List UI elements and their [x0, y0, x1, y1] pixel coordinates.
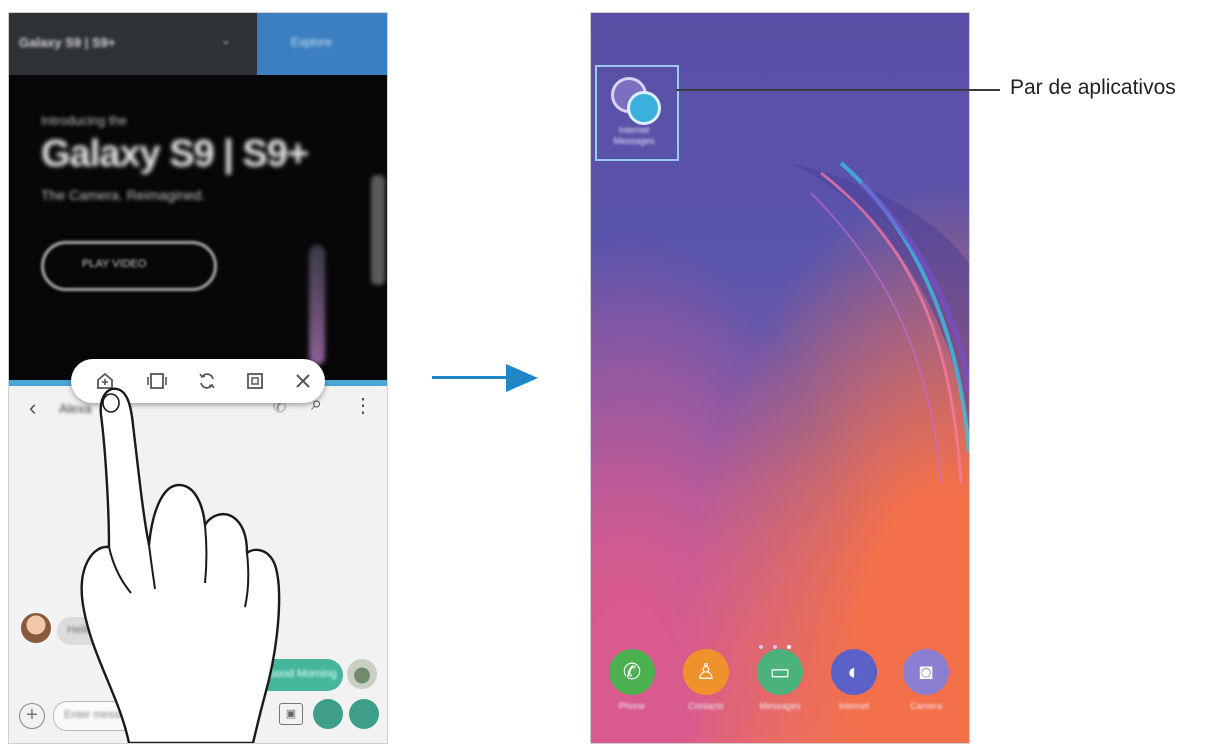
- messages-glyph: ▭: [769, 659, 791, 684]
- dock-label-contacts: Contacts: [688, 701, 724, 711]
- arrow-right-icon: [506, 364, 538, 392]
- callout-leader-line: [676, 89, 1000, 91]
- hero-banner: Introducing the Galaxy S9 | S9+ The Came…: [9, 75, 387, 380]
- dock-label-messages: Messages: [759, 701, 801, 711]
- phone-product-image: [309, 245, 325, 365]
- dock-app-messages[interactable]: ▭ Messages: [757, 649, 807, 719]
- transition-arrow-line: [432, 376, 510, 379]
- dock-label-camera: Camera: [909, 701, 942, 711]
- browser-top-bar: Galaxy S9 | S9+ ⌄ Explore: [9, 13, 387, 75]
- explore-button[interactable]: Explore: [257, 13, 387, 75]
- dock-app-phone[interactable]: ✆ Phone: [609, 649, 659, 719]
- explore-button-label: Explore: [291, 35, 332, 49]
- contact-avatar[interactable]: [21, 613, 51, 643]
- messages-icon[interactable]: [627, 91, 661, 125]
- dock-label-internet: Internet: [838, 701, 870, 711]
- play-video-button[interactable]: PLAY VIDEO: [41, 241, 217, 291]
- dock-app-internet[interactable]: ◐ Internet: [831, 649, 881, 719]
- left-phone-screen: Galaxy S9 | S9+ ⌄ Explore Introducing th…: [8, 12, 388, 744]
- tapping-hand-illustration: [80, 387, 281, 743]
- dock-app-camera[interactable]: ◙ Camera: [903, 649, 953, 719]
- back-icon[interactable]: ‹: [29, 395, 36, 421]
- camera-glyph: ◙: [919, 659, 933, 684]
- hero-title: Galaxy S9 | S9+: [41, 133, 309, 175]
- browser-tab-title[interactable]: Galaxy S9 | S9+: [19, 35, 116, 50]
- hero-kicker: Introducing the: [41, 113, 128, 128]
- play-video-label: PLAY VIDEO: [82, 258, 147, 270]
- right-phone-home-screen: Internet Messages ✆ Phone ♙ Contacts ▭ M…: [590, 12, 970, 744]
- phone-glyph: ✆: [622, 659, 642, 684]
- side-scroll-handle[interactable]: [371, 175, 385, 285]
- hero-subtitle: The Camera. Reimagined.: [41, 187, 206, 203]
- add-attachment-icon[interactable]: +: [19, 703, 45, 729]
- chevron-down-icon[interactable]: ⌄: [221, 33, 231, 47]
- dock-label-phone: Phone: [618, 701, 646, 711]
- dock-app-contacts[interactable]: ♙ Contacts: [683, 649, 733, 719]
- internet-glyph: ◐: [847, 659, 861, 684]
- contacts-glyph: ♙: [696, 659, 716, 684]
- callout-label: Par de aplicativos: [1010, 76, 1176, 99]
- app-pair-label[interactable]: Internet Messages: [601, 125, 667, 147]
